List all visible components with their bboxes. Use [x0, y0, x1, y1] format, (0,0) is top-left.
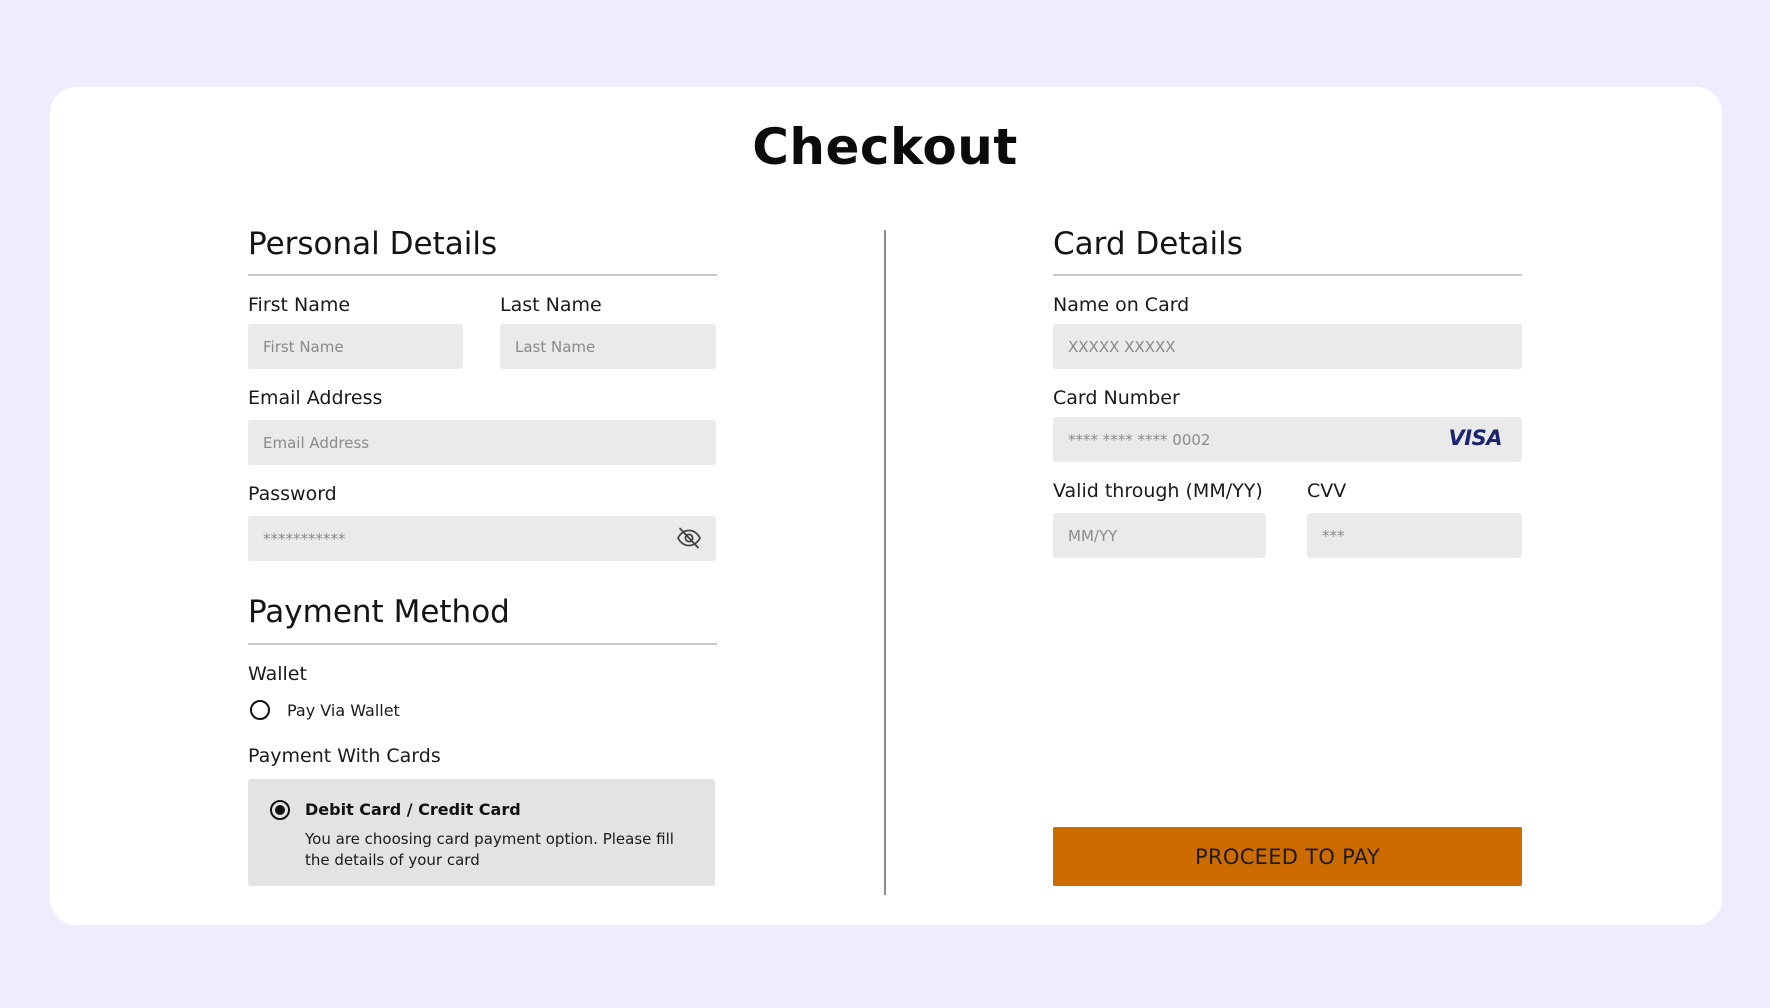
first-name-field	[248, 324, 463, 369]
card-number-field: VISA	[1053, 417, 1522, 462]
password-input[interactable]	[248, 516, 716, 561]
visa-logo-icon: VISA	[1448, 426, 1503, 450]
personal-details-title: Personal Details	[248, 226, 498, 262]
password-field	[248, 516, 716, 561]
eye-off-icon[interactable]	[676, 526, 702, 550]
email-label: Email Address	[248, 387, 383, 409]
first-name-label: First Name	[248, 294, 351, 316]
card-number-label: Card Number	[1053, 387, 1180, 409]
card-details-rule	[1053, 274, 1522, 276]
cvv-field	[1307, 513, 1522, 558]
last-name-input[interactable]	[500, 324, 716, 369]
personal-details-rule	[248, 274, 717, 276]
payment-method-rule	[248, 643, 717, 645]
cards-label: Payment With Cards	[248, 745, 441, 767]
name-on-card-input[interactable]	[1053, 324, 1522, 369]
name-on-card-label: Name on Card	[1053, 294, 1190, 316]
first-name-input[interactable]	[248, 324, 463, 369]
password-label: Password	[248, 483, 337, 505]
valid-through-field	[1053, 513, 1266, 558]
wallet-option-label: Pay Via Wallet	[287, 700, 400, 720]
valid-through-label: Valid through (MM/YY)	[1053, 480, 1263, 502]
page-title: Checkout	[752, 118, 1018, 176]
valid-through-input[interactable]	[1053, 513, 1266, 558]
last-name-label: Last Name	[500, 294, 602, 316]
card-payment-radio[interactable]	[270, 800, 290, 820]
wallet-radio[interactable]	[250, 700, 270, 720]
card-option-description: You are choosing card payment option. Pl…	[305, 830, 674, 869]
cvv-input[interactable]	[1307, 513, 1522, 558]
card-payment-option[interactable]: Debit Card / Credit Card You are choosin…	[248, 779, 715, 886]
payment-method-title: Payment Method	[248, 594, 510, 630]
column-divider	[884, 230, 886, 895]
proceed-to-pay-button[interactable]: PROCEED TO PAY	[1053, 827, 1522, 886]
last-name-field	[500, 324, 716, 369]
wallet-label: Wallet	[248, 663, 307, 685]
email-field	[248, 420, 716, 465]
card-details-title: Card Details	[1053, 226, 1243, 262]
card-option-title: Debit Card / Credit Card	[305, 800, 521, 819]
email-input[interactable]	[248, 420, 716, 465]
wallet-option[interactable]: Pay Via Wallet	[250, 700, 400, 720]
cvv-label: CVV	[1307, 480, 1347, 502]
name-on-card-field	[1053, 324, 1522, 369]
